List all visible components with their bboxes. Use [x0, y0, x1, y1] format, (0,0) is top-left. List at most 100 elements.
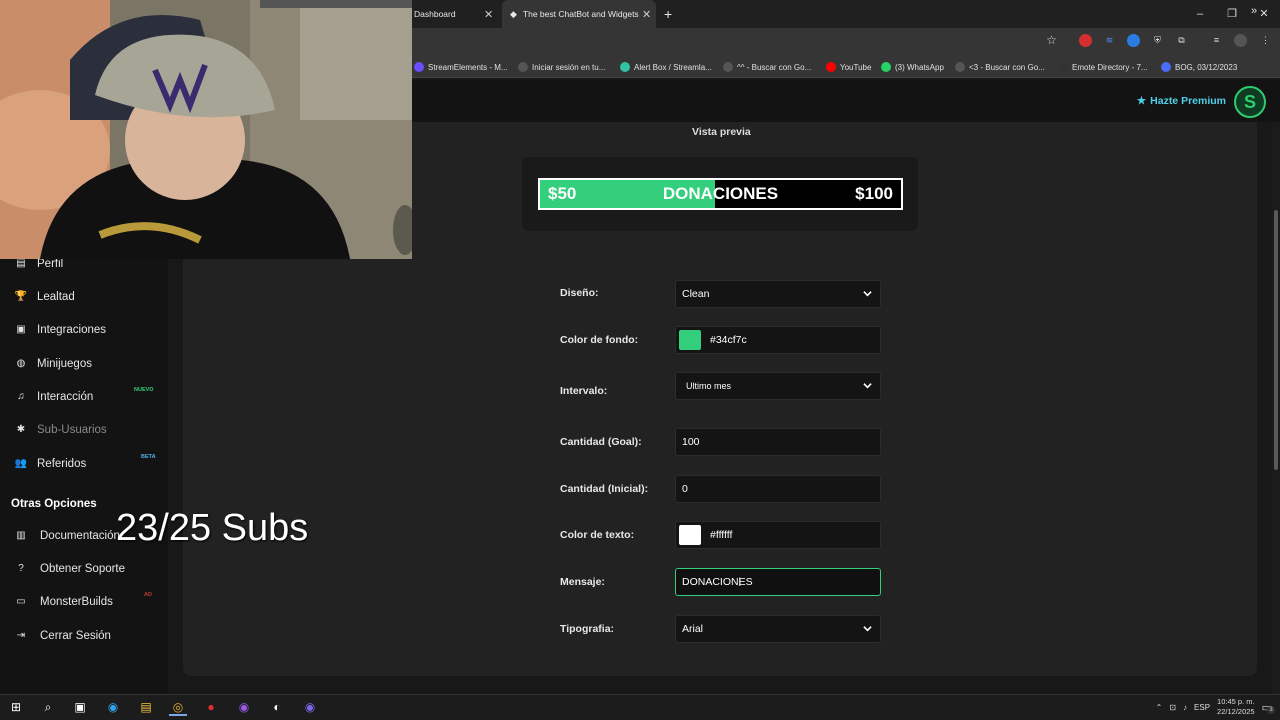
webcam-overlay	[0, 0, 412, 259]
clock-time: 10:45 p. m.	[1217, 697, 1255, 706]
close-icon[interactable]: ✕	[484, 8, 493, 21]
font-select[interactable]: Arial	[675, 615, 881, 643]
notifications-icon[interactable]: ▭3	[1262, 701, 1275, 714]
bookmark-label: <3 - Buscar con Go...	[969, 62, 1045, 72]
sidebar-item-label: Integraciones	[37, 324, 107, 336]
favicon-icon: ◆	[510, 8, 517, 19]
restore-button[interactable]: ❐	[1216, 0, 1248, 28]
interval-select[interactable]: Ultimo mes	[675, 372, 881, 400]
whatsapp-icon	[881, 62, 891, 72]
text-color-label: Color de texto:	[560, 529, 635, 541]
edge-icon[interactable]: ◉	[104, 698, 122, 716]
sidebar-item-minijuegos[interactable]: ◍ Minijuegos	[14, 358, 92, 370]
bg-color-picker[interactable]: #34cf7c	[675, 326, 881, 354]
bookmark-item[interactable]: <3 - Buscar con Go...	[955, 56, 1045, 78]
music-note-icon: ♫	[17, 391, 25, 402]
sidebar-item-cerrar-sesi-n[interactable]: ⇥ Cerrar Sesión	[14, 630, 111, 642]
bookmark-item[interactable]: BOG, 03/12/2023	[1161, 56, 1237, 78]
chevron-up-icon[interactable]: ⌃	[1156, 703, 1163, 712]
bg-color-value: #34cf7c	[710, 334, 747, 346]
text-color-value: #ffffff	[710, 529, 733, 541]
close-icon[interactable]: ✕	[642, 8, 651, 21]
sidebar-item-label: Perfil	[37, 258, 64, 270]
search-icon[interactable]: ⌕	[39, 698, 57, 716]
new-tab-button[interactable]: +	[664, 0, 672, 28]
bookmark-item[interactable]: ^^ - Buscar con Go...	[723, 56, 811, 78]
message-value: DONACIONES	[682, 576, 753, 588]
tab-dashboard[interactable]: Dashboard ✕	[412, 0, 498, 28]
text-color-picker[interactable]: #ffffff	[675, 521, 881, 549]
extension-wave-icon[interactable]: ≋	[1103, 34, 1116, 47]
font-value: Arial	[682, 623, 704, 635]
bg-color-swatch[interactable]	[679, 330, 701, 350]
sidebar-item-obtener-soporte[interactable]: ? Obtener Soporte	[14, 563, 125, 575]
initial-amount-input[interactable]: 0	[675, 475, 881, 503]
bookmark-label: YouTube	[840, 62, 872, 72]
language-indicator[interactable]: ESP	[1194, 703, 1210, 712]
bookmark-item[interactable]: Alert Box / Streamla...	[620, 56, 712, 78]
user-logo[interactable]: S	[1234, 86, 1266, 118]
sidebar-item-perfil[interactable]: ▤ Perfil	[14, 258, 63, 270]
youtube-icon	[826, 62, 836, 72]
interval-label: Intervalo:	[560, 385, 608, 397]
windows-start-icon[interactable]: ⊞	[7, 698, 25, 716]
premium-label: Hazte Premium	[1150, 95, 1226, 107]
sidebar-item-label: Interacción	[37, 391, 94, 403]
bookmark-label: Iniciar sesión en tu...	[532, 62, 606, 72]
chevron-down-icon	[863, 291, 872, 297]
menu-icon[interactable]: ⋮	[1259, 34, 1272, 47]
app-red-icon[interactable]: ●	[202, 698, 220, 716]
sidebar-item-monsterbuilds[interactable]: ▭ MonsterBuilds	[14, 596, 113, 608]
sidebar-item-interacci-n[interactable]: ♫ Interacción	[14, 391, 93, 403]
bookmarks-overflow-button[interactable]: »	[1251, 0, 1257, 22]
sidebar-item-documentaci-n[interactable]: ▥ Documentación	[14, 530, 120, 542]
bookmark-item[interactable]: StreamElements - M...	[414, 56, 508, 78]
sidebar-item-label: Lealtad	[37, 291, 75, 303]
speaker-icon[interactable]: ♪	[1183, 703, 1187, 712]
bookmark-item[interactable]: Emote Directory - 7...	[1058, 56, 1148, 78]
text-color-swatch[interactable]	[679, 525, 701, 545]
sidebar-badge: AD	[144, 592, 152, 598]
obs-icon[interactable]: ◐	[268, 698, 286, 716]
sidebar-item-referidos[interactable]: 👥 Referidos	[14, 458, 86, 470]
tab-chatbot[interactable]: ◆ The best ChatBot and Widgets ✕	[502, 0, 656, 28]
gamepad-icon: ◍	[16, 358, 26, 369]
font-label: Tipografia:	[560, 623, 615, 635]
file-explorer-icon[interactable]: ▤	[137, 698, 155, 716]
extension-red-icon[interactable]	[1079, 34, 1092, 47]
star-icon[interactable]: ☆	[1045, 34, 1058, 47]
notification-count: 3	[1267, 705, 1275, 714]
premium-link[interactable]: ★ Hazte Premium	[1137, 95, 1226, 107]
bookmark-item[interactable]: (3) WhatsApp	[881, 56, 944, 78]
bookmark-item[interactable]: YouTube	[826, 56, 871, 78]
webcam-feed-image	[0, 0, 412, 259]
bookmark-label: StreamElements - M...	[428, 62, 508, 72]
sidebar-item-sub-usuarios[interactable]: ✱ Sub-Usuarios	[14, 424, 107, 436]
profile-card-icon: ▤	[16, 258, 26, 269]
media-icon[interactable]: ≡	[1210, 34, 1223, 47]
extension-blue-icon[interactable]	[1127, 34, 1140, 47]
sidebar-item-label: Minijuegos	[37, 358, 92, 370]
goal-bar-preview: $50 DONACIONES $100	[538, 178, 903, 210]
shield-icon[interactable]: ⛨	[1151, 34, 1164, 47]
bookmark-item[interactable]: Iniciar sesión en tu...	[518, 56, 605, 78]
taskbar	[0, 694, 1280, 720]
avatar[interactable]	[1234, 34, 1247, 47]
discord-icon[interactable]: ◉	[301, 698, 319, 716]
chevron-down-icon	[863, 383, 872, 389]
scrollbar-thumb[interactable]	[1274, 210, 1278, 470]
design-select[interactable]: Clean	[675, 280, 881, 308]
goal-amount-input[interactable]: 100	[675, 428, 881, 456]
chrome-icon[interactable]: ◎	[169, 698, 187, 716]
chevron-down-icon	[863, 626, 872, 632]
sidebar-item-integraciones[interactable]: ▣ Integraciones	[14, 324, 106, 336]
message-input[interactable]: DONACIONES I	[675, 568, 881, 596]
app-purple-icon[interactable]: ◉	[235, 698, 253, 716]
puzzle-icon[interactable]: ⧉	[1175, 34, 1188, 47]
goal-amount-label: Cantidad (Goal):	[560, 436, 642, 448]
task-view-icon[interactable]: ▣	[71, 698, 89, 716]
clock[interactable]: 10:45 p. m. 22/12/2025	[1217, 697, 1255, 717]
sidebar-item-lealtad[interactable]: 🏆 Lealtad	[14, 291, 75, 303]
minimize-button[interactable]: –	[1184, 0, 1216, 28]
network-icon[interactable]: ⊡	[1169, 703, 1176, 712]
